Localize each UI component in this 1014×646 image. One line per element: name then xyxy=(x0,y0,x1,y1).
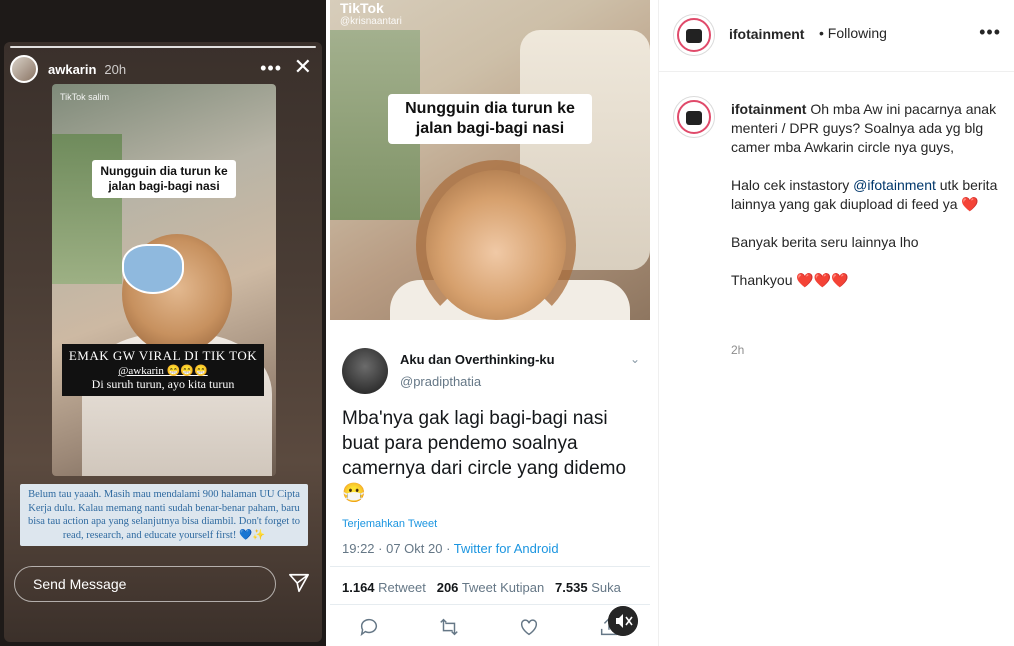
face-mask-sticker xyxy=(122,244,184,294)
caption-avatar[interactable] xyxy=(673,96,715,138)
retweet-count: 1.164 xyxy=(342,580,375,595)
caption-text-2a: Halo cek instastory xyxy=(731,177,854,193)
tiktok-logo: TikTok xyxy=(340,0,384,16)
story-username[interactable]: awkarin xyxy=(48,62,96,77)
tweet-meta: 19:22 · 07 Okt 20 · Twitter for Android xyxy=(342,541,559,556)
instagram-post-sidebar: ifotainment • Following ••• ifotainment … xyxy=(658,0,1014,646)
tweet-actions xyxy=(358,616,638,640)
reply-icon[interactable] xyxy=(358,616,380,638)
following-status[interactable]: • Following xyxy=(819,25,887,41)
post-timestamp[interactable]: 2h xyxy=(731,343,744,357)
tweet-author-name[interactable]: Aku dan Overthinking-ku xyxy=(400,352,555,367)
post-media-panel: TikTok @krisnaantari Nungguin dia turun … xyxy=(330,0,650,646)
hearts-emoji: ❤️❤️❤️ xyxy=(796,272,849,288)
story-progress-bar xyxy=(10,46,316,48)
tweet-source[interactable]: Twitter for Android xyxy=(454,541,559,556)
account-avatar[interactable] xyxy=(673,14,715,56)
tweet-avatar[interactable] xyxy=(342,348,388,394)
tweet-stats: 1.164 Retweet 206 Tweet Kutipan 7.535 Su… xyxy=(342,580,621,595)
instagram-story-panel: awkarin 20h ••• ✕ TikTok salim Nungguin … xyxy=(0,0,326,646)
story-text-overlay: EMAK GW VIRAL DI TIK TOK @awkarin 😁😁😁 Di… xyxy=(62,344,264,396)
like-label[interactable]: Suka xyxy=(591,580,621,595)
story-timestamp: 20h xyxy=(104,61,127,77)
mute-icon[interactable] xyxy=(608,606,638,636)
quote-count: 206 xyxy=(436,580,459,595)
screenshot-root: awkarin 20h ••• ✕ TikTok salim Nungguin … xyxy=(0,0,1014,646)
person-head xyxy=(426,170,566,320)
story-mention[interactable]: @awkarin 😁😁😁 xyxy=(66,364,260,377)
avatar-logo xyxy=(686,111,702,125)
caption-username[interactable]: ifotainment xyxy=(731,101,806,117)
quote-label[interactable]: Tweet Kutipan xyxy=(462,580,544,595)
tiktok-video[interactable]: TikTok @krisnaantari Nungguin dia turun … xyxy=(330,0,650,320)
car-window xyxy=(52,134,122,284)
close-icon[interactable]: ✕ xyxy=(294,56,312,78)
story-avatar[interactable] xyxy=(10,55,38,83)
caption-paragraph-1: ifotainment Oh mba Aw ini pacarnya anak … xyxy=(731,100,1001,157)
send-icon[interactable] xyxy=(288,572,310,594)
tiktok-caption: Nungguin dia turun ke jalan bagi-bagi na… xyxy=(388,94,592,144)
like-icon[interactable] xyxy=(518,616,540,638)
more-options-icon[interactable]: ••• xyxy=(260,58,282,79)
account-username[interactable]: ifotainment xyxy=(729,26,804,42)
post-caption: ifotainment Oh mba Aw ini pacarnya anak … xyxy=(731,100,1001,309)
tiktok-handle: @krisnaantari xyxy=(340,16,402,27)
clip-watermark: TikTok salim xyxy=(60,92,110,102)
like-count: 7.535 xyxy=(555,580,588,595)
caption-paragraph-4: Thankyou ❤️❤️❤️ xyxy=(731,271,1001,290)
post-header: ifotainment • Following ••• xyxy=(659,0,1014,72)
translate-tweet-link[interactable]: Terjemahkan Tweet xyxy=(342,518,437,530)
divider xyxy=(330,604,650,605)
caption-mention-link[interactable]: @ifotainment xyxy=(853,177,936,193)
avatar-logo xyxy=(686,29,702,43)
story-text-line3: Di suruh turun, ayo kita turun xyxy=(91,377,235,391)
tweet-timestamp: 19:22 · 07 Okt 20 · xyxy=(342,541,454,556)
retweet-label[interactable]: Retweet xyxy=(378,580,426,595)
clip-caption: Nungguin dia turun ke jalan bagi-bagi na… xyxy=(92,160,236,198)
divider xyxy=(330,566,650,567)
send-message-input[interactable]: Send Message xyxy=(14,566,276,602)
tweet-text: Mba'nya gak lagi bagi-bagi nasi buat par… xyxy=(342,408,627,504)
story-video-clip: TikTok salim Nungguin dia turun ke jalan… xyxy=(52,84,276,476)
caption-paragraph-2: Halo cek instastory @ifotainment utk ber… xyxy=(731,176,1001,214)
heart-emoji: ❤️ xyxy=(961,196,979,212)
chevron-down-icon[interactable]: ⌄ xyxy=(630,352,640,366)
story-note-text: Belum tau yaaah. Masih mau mendalami 900… xyxy=(20,484,308,546)
caption-paragraph-3: Banyak berita seru lainnya lho xyxy=(731,234,919,250)
story-header: awkarin 20h ••• ✕ xyxy=(10,54,316,84)
caption-text-4: Thankyou xyxy=(731,272,797,288)
story-text-line1: EMAK GW VIRAL DI TIK TOK xyxy=(68,348,258,363)
more-options-icon[interactable]: ••• xyxy=(979,22,1001,43)
tweet-author-handle[interactable]: @pradipthatia xyxy=(400,374,481,389)
retweet-icon[interactable] xyxy=(438,616,460,638)
